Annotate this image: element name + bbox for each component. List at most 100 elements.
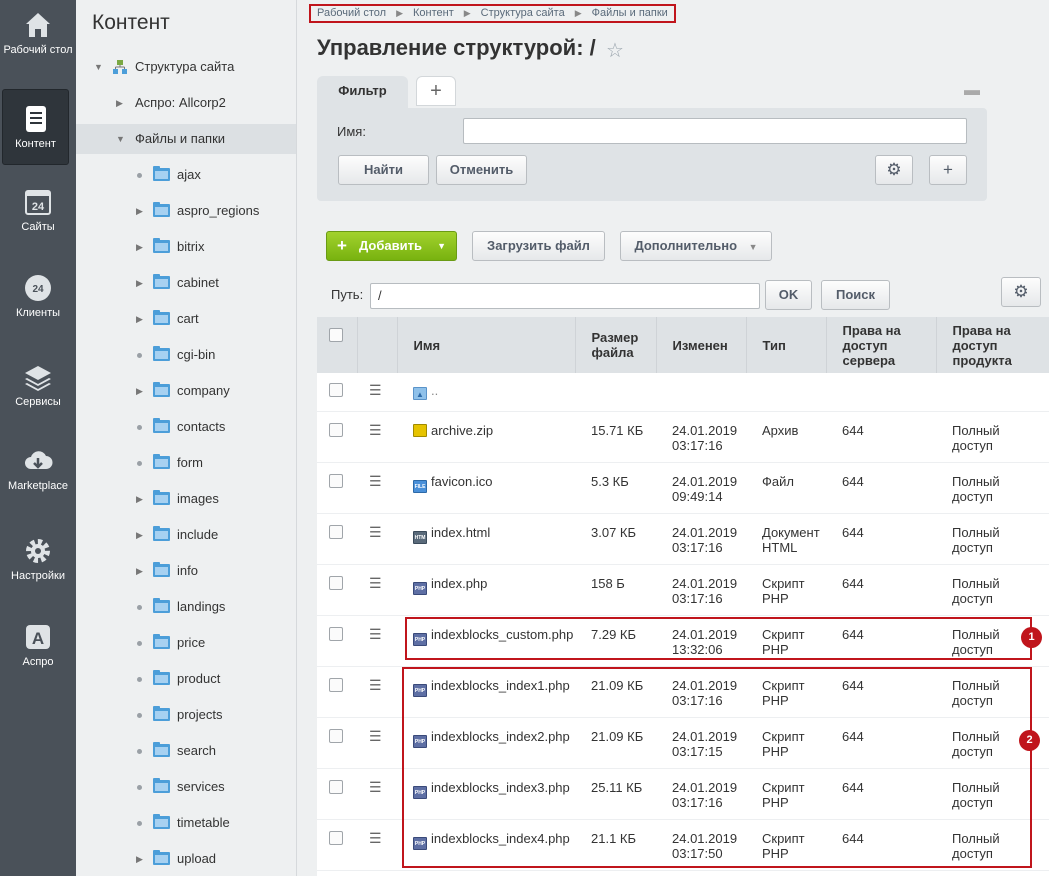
add-filter-tab-button[interactable]: + xyxy=(416,76,456,106)
table-row[interactable]: ☰ PHP index.php 158 Б 24.01.2019 03:17:16 … xyxy=(317,564,1049,616)
row-checkbox[interactable] xyxy=(329,677,343,692)
tree-item-files-folders[interactable]: ▼ Файлы и папки xyxy=(76,124,296,154)
minimize-icon[interactable]: ▬ xyxy=(964,82,980,100)
chevron-right-icon[interactable]: ▶ xyxy=(136,304,143,334)
chevron-right-icon[interactable]: ▶ xyxy=(136,556,143,586)
tree-folder[interactable]: ▶ include xyxy=(76,520,296,550)
table-row[interactable]: ☰ HTM index.html 3.07 КБ 24.01.2019 03:17:… xyxy=(317,513,1049,565)
filter-settings-button[interactable]: ⚙ xyxy=(875,155,913,185)
search-button[interactable]: Поиск xyxy=(821,280,890,310)
breadcrumb-item[interactable]: Структура сайта xyxy=(481,7,565,19)
nav-services[interactable]: Сервисы xyxy=(0,362,76,408)
tree-folder[interactable]: price xyxy=(76,628,296,658)
tree-folder[interactable]: cgi-bin xyxy=(76,340,296,370)
row-menu-icon[interactable]: ☰ xyxy=(369,626,382,642)
tree-folder[interactable]: ▶ upload xyxy=(76,844,296,874)
add-filter-field-button[interactable]: + xyxy=(929,155,967,185)
tree-folder[interactable]: ▶ cabinet xyxy=(76,268,296,298)
tree-folder[interactable]: form xyxy=(76,448,296,478)
nav-sites[interactable]: 24 Сайты xyxy=(0,187,76,233)
row-checkbox[interactable] xyxy=(329,524,343,539)
nav-settings[interactable]: Настройки xyxy=(0,536,76,582)
star-icon[interactable]: ☆ xyxy=(606,38,624,63)
cancel-button[interactable]: Отменить xyxy=(436,155,527,185)
tree-item-aspro[interactable]: ▶ Аспро: Allcorp2 xyxy=(76,88,296,118)
filter-name-input[interactable] xyxy=(463,118,967,144)
column-type[interactable]: Тип xyxy=(746,317,827,373)
chevron-right-icon[interactable]: ▶ xyxy=(136,376,143,406)
tree-folder[interactable]: ▶ info xyxy=(76,556,296,586)
tree-folder[interactable]: ajax xyxy=(76,160,296,190)
chevron-right-icon[interactable]: ▶ xyxy=(136,196,143,226)
list-settings-button[interactable]: ⚙ xyxy=(1001,277,1041,307)
column-server-rights[interactable]: Права на доступ сервера xyxy=(826,317,937,373)
find-button[interactable]: Найти xyxy=(338,155,429,185)
chevron-right-icon[interactable]: ▶ xyxy=(136,484,143,514)
breadcrumb-item[interactable]: Контент xyxy=(413,7,454,19)
select-all-checkbox[interactable] xyxy=(329,328,343,342)
row-menu-icon[interactable]: ☰ xyxy=(369,473,382,489)
tree-folder[interactable]: contacts xyxy=(76,412,296,442)
tree-folder[interactable]: ▶ cart xyxy=(76,304,296,334)
row-menu-icon[interactable]: ☰ xyxy=(369,830,382,846)
row-checkbox[interactable] xyxy=(329,473,343,488)
tree-folder[interactable]: landings xyxy=(76,592,296,622)
nav-clients[interactable]: 24 Клиенты xyxy=(0,273,76,319)
table-row-parent[interactable]: ☰ ▲.. xyxy=(317,373,1049,412)
row-menu-icon[interactable]: ☰ xyxy=(369,779,382,795)
chevron-right-icon[interactable]: ▶ xyxy=(136,844,143,874)
row-checkbox[interactable] xyxy=(329,728,343,743)
breadcrumb-item[interactable]: Рабочий стол xyxy=(317,7,386,19)
tree-item-site-structure[interactable]: ▼ Структура сайта xyxy=(76,52,296,82)
tab-filter[interactable]: Фильтр xyxy=(317,76,408,108)
file-name[interactable]: favicon.ico xyxy=(431,474,492,489)
row-menu-icon[interactable]: ☰ xyxy=(369,728,382,744)
column-name[interactable]: Имя xyxy=(397,317,576,373)
tree-folder[interactable]: product xyxy=(76,664,296,694)
row-menu-icon[interactable]: ☰ xyxy=(369,383,382,398)
chevron-right-icon[interactable]: ▶ xyxy=(136,520,143,550)
tree-folder[interactable]: timetable xyxy=(76,808,296,838)
path-input[interactable]: / xyxy=(370,283,760,309)
nav-aspro[interactable]: A Аспро xyxy=(0,622,76,668)
file-name[interactable]: archive.zip xyxy=(431,423,493,438)
tree-folder[interactable]: ▶ aspro_regions xyxy=(76,196,296,226)
row-menu-icon[interactable]: ☰ xyxy=(369,677,382,693)
breadcrumb-item[interactable]: Файлы и папки xyxy=(592,7,668,19)
more-button[interactable]: Дополнительно ▼ xyxy=(620,231,772,261)
row-menu-icon[interactable]: ☰ xyxy=(369,575,382,591)
chevron-down-icon[interactable]: ▼ xyxy=(116,124,125,154)
row-checkbox[interactable] xyxy=(329,383,343,397)
nav-content[interactable]: Контент xyxy=(2,89,69,165)
path-ok-button[interactable]: OK xyxy=(765,280,812,310)
nav-marketplace[interactable]: Marketplace xyxy=(0,446,76,492)
tree-folder[interactable]: ▶ company xyxy=(76,376,296,406)
row-checkbox[interactable] xyxy=(329,626,343,641)
upload-file-button[interactable]: Загрузить файл xyxy=(472,231,605,261)
parent-folder-link[interactable]: .. xyxy=(431,383,438,398)
tree-folder[interactable]: services xyxy=(76,772,296,802)
table-row[interactable]: ☰ FILE favicon.ico 5.3 КБ 24.01.2019 09:49… xyxy=(317,462,1049,514)
row-menu-icon[interactable]: ☰ xyxy=(369,422,382,438)
column-modified[interactable]: Изменен xyxy=(656,317,747,373)
row-menu-icon[interactable]: ☰ xyxy=(369,524,382,540)
table-row[interactable]: ☰ archive.zip 15.71 КБ 24.01.2019 03:17:1… xyxy=(317,411,1049,463)
chevron-right-icon[interactable]: ▶ xyxy=(116,88,123,118)
file-name[interactable]: index.html xyxy=(431,525,490,540)
tree-folder[interactable]: ▶ images xyxy=(76,484,296,514)
row-checkbox[interactable] xyxy=(329,779,343,794)
tree-folder[interactable]: search xyxy=(76,736,296,766)
tree-folder[interactable]: projects xyxy=(76,700,296,730)
nav-desktop[interactable]: Рабочий стол xyxy=(0,10,76,56)
column-product-rights[interactable]: Права на доступ продукта xyxy=(936,317,1049,373)
chevron-right-icon[interactable]: ▶ xyxy=(136,232,143,262)
row-checkbox[interactable] xyxy=(329,830,343,845)
file-name[interactable]: index.php xyxy=(431,576,487,591)
chevron-right-icon[interactable]: ▶ xyxy=(136,268,143,298)
tree-folder[interactable]: ▶ bitrix xyxy=(76,232,296,262)
add-button[interactable]: + Добавить ▼ xyxy=(326,231,457,261)
row-checkbox[interactable] xyxy=(329,422,343,437)
column-size[interactable]: Размер файла xyxy=(575,317,657,373)
row-checkbox[interactable] xyxy=(329,575,343,590)
chevron-down-icon[interactable]: ▼ xyxy=(94,52,103,82)
